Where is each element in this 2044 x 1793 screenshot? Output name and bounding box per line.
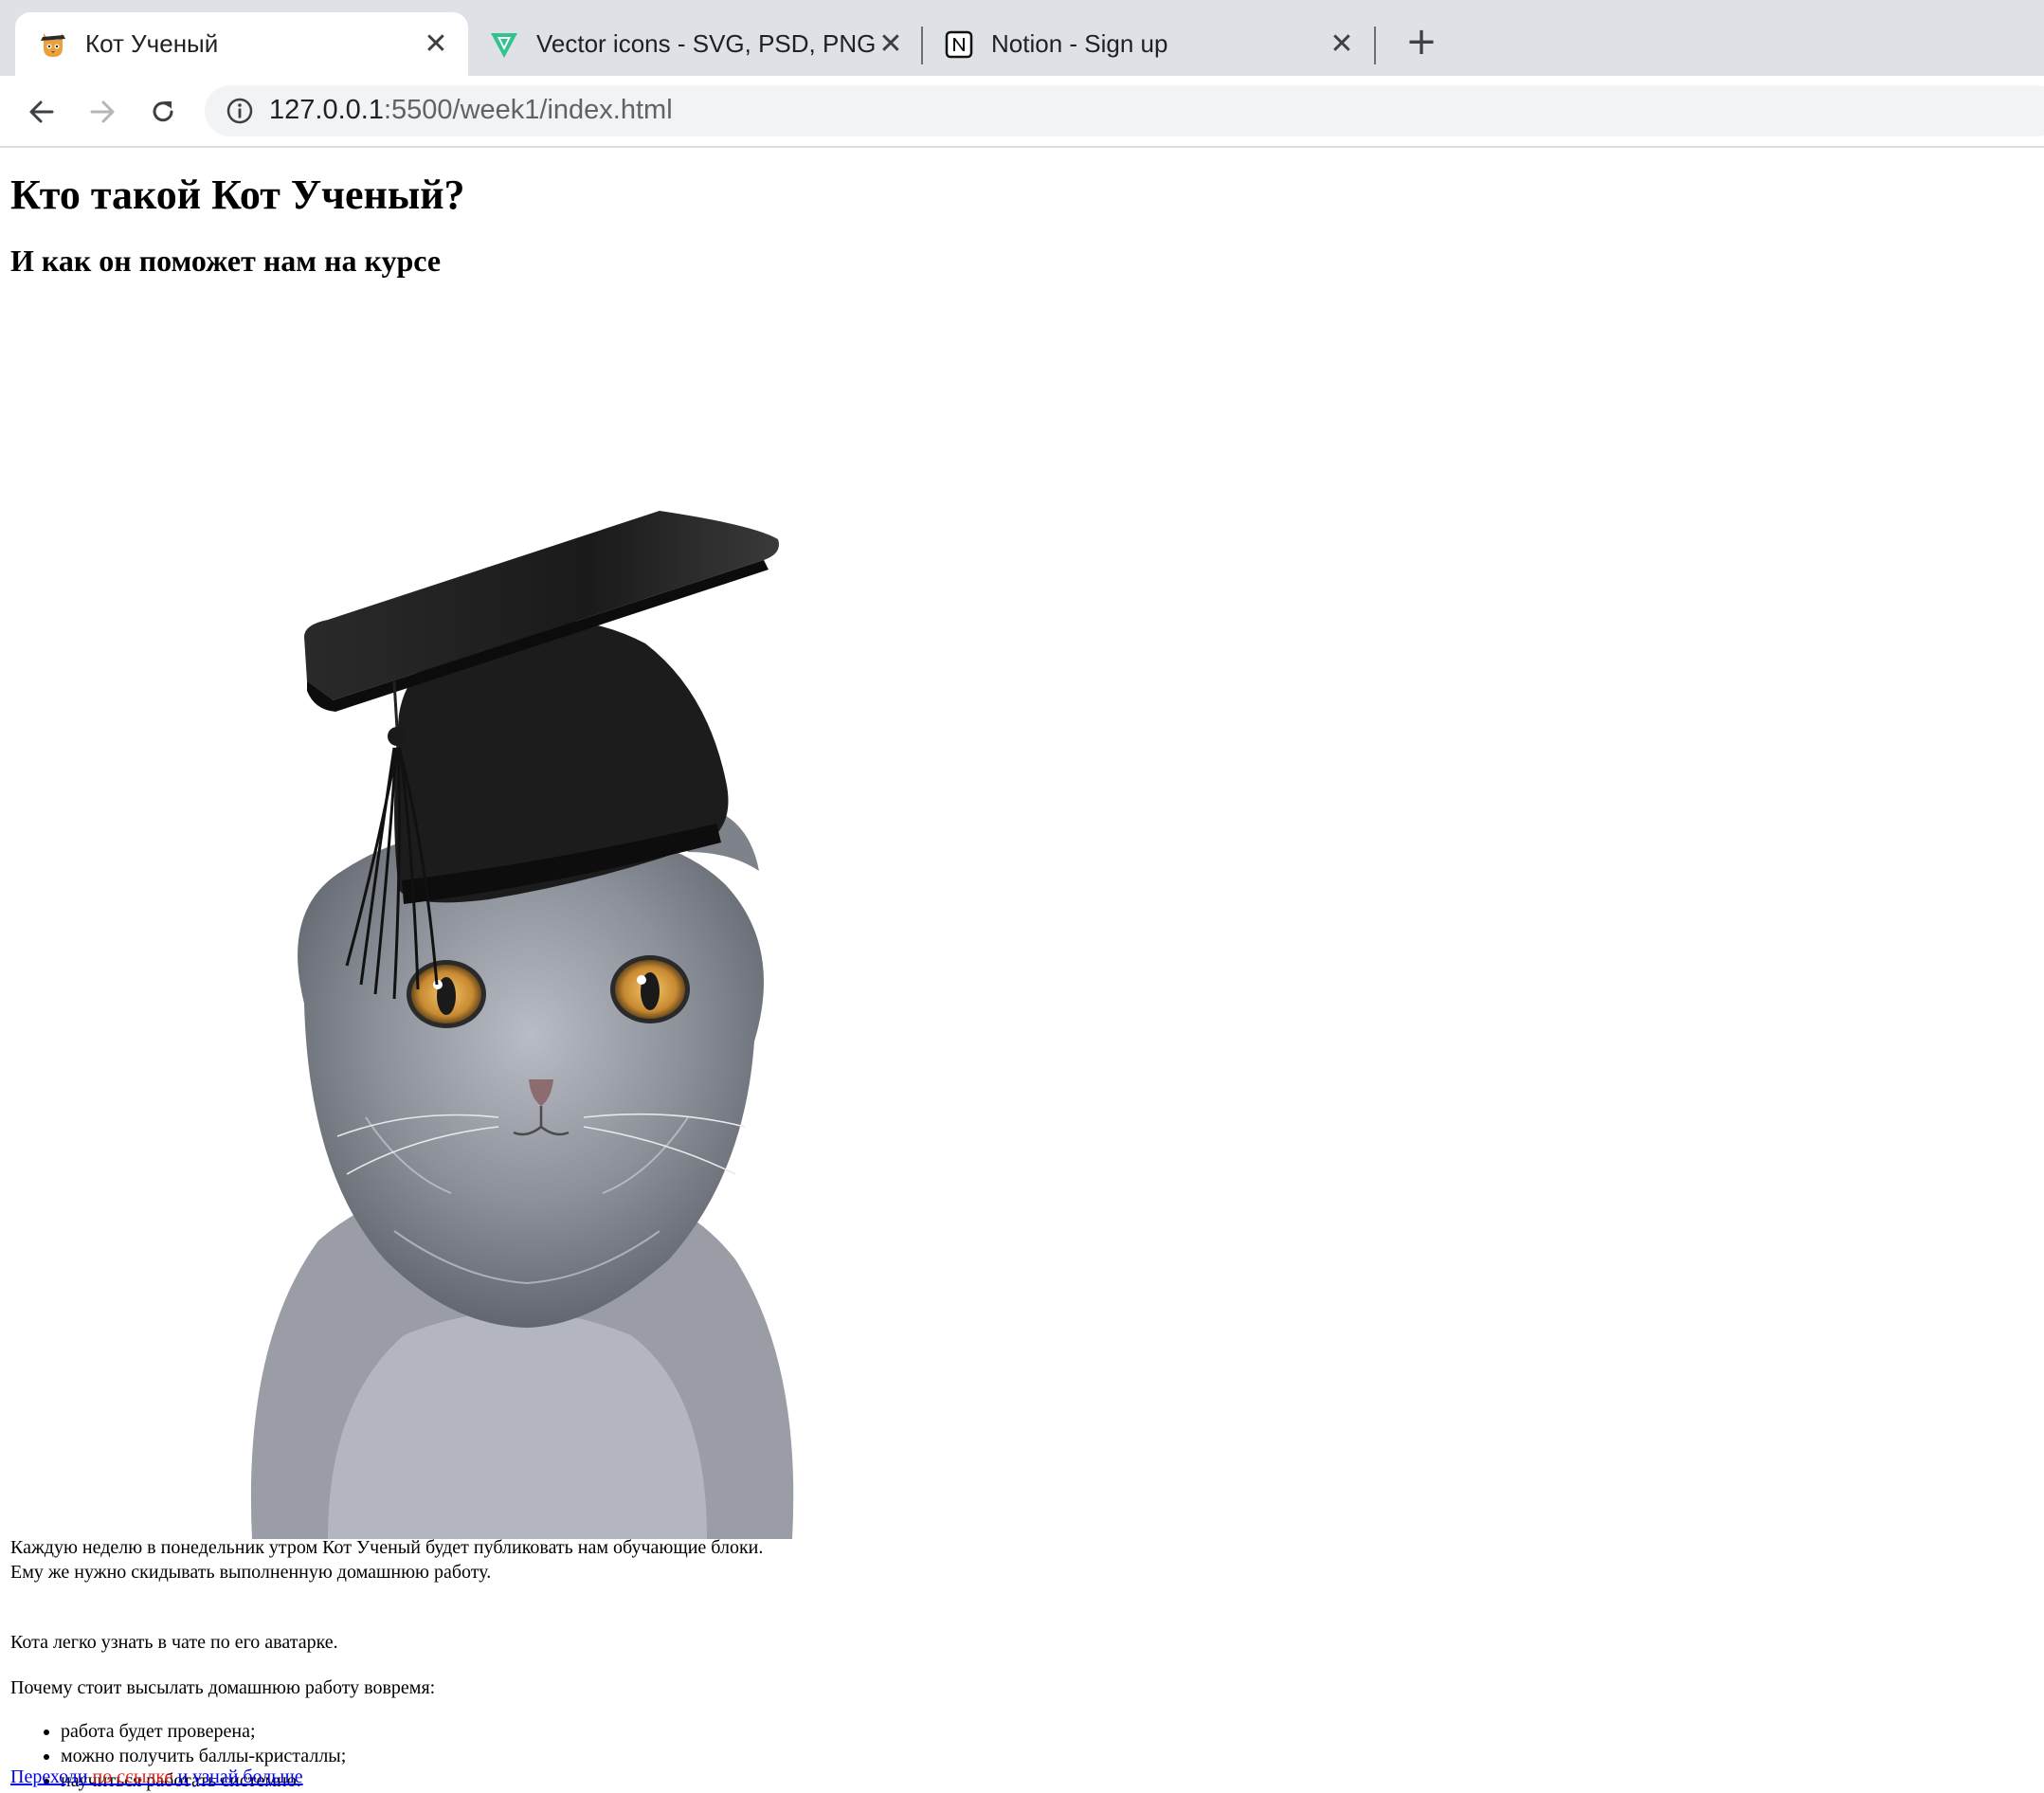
more-link-wrapper: Переходи по ссылке и узнай больше <box>10 1765 303 1789</box>
cat-favicon-icon <box>38 29 68 60</box>
link-part-1: Переходи <box>10 1766 93 1787</box>
close-tab-icon[interactable]: ✕ <box>876 27 906 61</box>
page-subtitle: И как он поможет нам на курсе <box>10 244 442 278</box>
tab-notion[interactable]: Notion - Sign up ✕ <box>929 12 1370 76</box>
paragraph-avatar-line: Кота легко узнать в чате по его аватарке… <box>10 1632 338 1653</box>
tab-separator <box>921 27 923 64</box>
cat-graduate-image <box>250 511 794 1539</box>
browser-toolbar: 127.0.0.1:5500/week1/index.html <box>0 76 2044 148</box>
paragraph-weekly-line2: Ему же нужно скидывать выполненную домаш… <box>10 1562 492 1583</box>
new-tab-button[interactable]: + <box>1401 21 1442 63</box>
reload-icon <box>153 101 173 122</box>
url-text: 127.0.0.1:5500/week1/index.html <box>269 95 673 126</box>
tab-separator <box>1374 27 1376 64</box>
paragraph-why: Почему стоит высылать домашнюю работу во… <box>10 1677 436 1698</box>
link-part-2: по ссылке <box>92 1766 173 1787</box>
address-bar[interactable]: 127.0.0.1:5500/week1/index.html <box>205 85 2044 136</box>
notion-favicon-icon <box>944 29 974 60</box>
reload-button[interactable] <box>144 93 182 131</box>
back-button[interactable] <box>23 93 61 131</box>
list-item: работа будет проверена; <box>61 1719 346 1744</box>
page-title: Кто такой Кот Ученый? <box>10 172 465 218</box>
arrow-right-icon <box>90 100 115 123</box>
tab-strip: Кот Ученый ✕ Vector icons - SVG, PSD, PN… <box>0 0 2044 76</box>
close-tab-icon[interactable]: ✕ <box>421 27 451 61</box>
close-tab-icon[interactable]: ✕ <box>1327 27 1357 61</box>
link-part-3: и узнай больше <box>172 1766 303 1787</box>
url-path: :5500/week1/index.html <box>383 95 673 125</box>
info-icon[interactable] <box>226 97 254 125</box>
paragraph-weekly-line1: Каждую неделю в понедельник утром Кот Уч… <box>10 1537 764 1558</box>
url-host: 127.0.0.1 <box>269 95 384 125</box>
tab-vector-icons[interactable]: Vector icons - SVG, PSD, PNG, EPS & Icon… <box>474 12 919 76</box>
tab-title: Vector icons - SVG, PSD, PNG, EPS & Icon… <box>536 29 876 58</box>
arrow-left-icon <box>29 100 54 123</box>
tab-title: Notion - Sign up <box>991 29 1168 58</box>
more-link[interactable]: Переходи по ссылке и узнай больше <box>10 1766 303 1787</box>
freepik-favicon-icon <box>489 29 519 60</box>
tab-title: Кот Ученый <box>85 29 219 58</box>
tab-kot-uchenyi[interactable]: Кот Ученый ✕ <box>15 12 468 76</box>
forward-button[interactable] <box>83 93 121 131</box>
